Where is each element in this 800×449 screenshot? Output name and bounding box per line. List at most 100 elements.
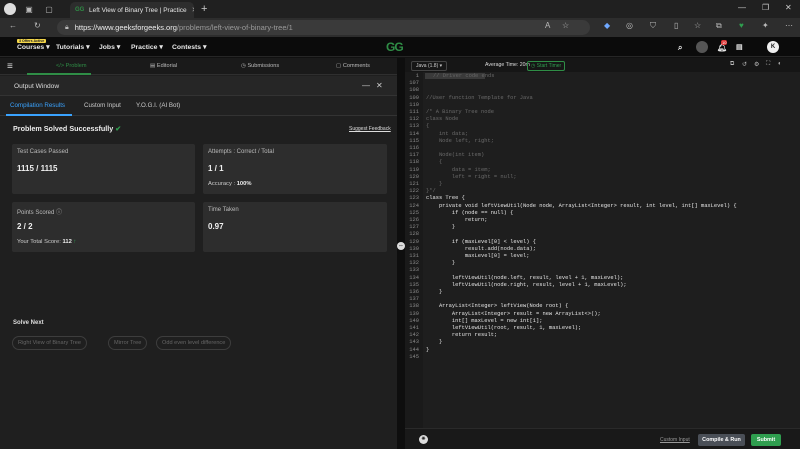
code-line: //User function Template for Java [426,94,533,101]
favorite-star-icon[interactable]: ☆ [562,21,569,30]
arrow-up-icon: ↑ [73,239,77,245]
points-card: Points Scored ⓘ 2 / 2 Your Total Score: … [12,202,195,252]
line-number: 135 [409,281,419,288]
time-value: 0.97 [208,222,224,231]
output-window-header: Output Window — ✕ [0,76,397,96]
messages-icon[interactable]: ▤ [736,43,742,51]
tab-compilation-results[interactable]: Compilation Results [10,102,65,109]
new-tab-icon[interactable]: + [201,3,207,15]
result-status: Problem Solved Successfully ✔ [13,124,122,133]
line-number: 138 [409,303,419,310]
tab-submissions[interactable]: ◷ Submissions [241,63,279,69]
language-select[interactable]: Java (1.8) ▾ [411,61,448,71]
window-close-icon[interactable]: ✕ [785,3,792,12]
tab-editorial[interactable]: ▤ Editorial [150,63,177,69]
maximize-icon[interactable]: ❐ [762,3,769,12]
points-label: Points Scored ⓘ [17,210,63,216]
minimize-icon[interactable]: — [738,3,746,12]
tab-custom-input[interactable]: Custom Input [84,102,121,109]
code-line: return; [426,217,488,223]
split-screen-icon[interactable]: ▯ [674,21,678,30]
tab-comments[interactable]: ▢ Comments [336,63,370,69]
line-number: 1 [415,73,419,79]
nav-jobs[interactable]: Jobs ▾ [99,43,120,51]
back-icon[interactable]: ← [9,21,17,30]
close-panel-icon[interactable]: ✕ [376,81,383,90]
profile-icon[interactable] [4,3,16,15]
code-line: data = item; [426,166,491,173]
code-line: // Driver code ends [433,73,495,79]
code-line: ArrayList<Integer> result = new ArrayLis… [426,310,601,317]
favorites-icon[interactable]: ☆ [694,21,701,30]
start-timer-button[interactable]: ◷ Start Timer [527,61,566,71]
nav-practice[interactable]: Practice ▾ [131,43,163,51]
hamburger-menu-icon[interactable]: ≡ [7,61,13,72]
panel-divider[interactable] [397,58,405,449]
gfg-logo[interactable]: GG [386,40,404,54]
line-number: 137 [409,296,419,303]
collections-icon[interactable]: ⧉ [716,21,722,31]
suggest-feedback-link[interactable]: Suggest Feedback [349,126,391,132]
browser-essentials-icon[interactable]: ♥ [739,21,744,30]
info-icon[interactable]: ⓘ [56,210,62,216]
read-aloud-icon[interactable]: A [545,21,550,30]
code-line: /* A Binary Tree node [426,109,494,115]
settings-icon[interactable]: ⚙ [754,61,759,68]
solve-next-label: Solve Next [13,320,44,326]
nav-courses[interactable]: Courses ▾ [17,43,50,51]
theme-toggle-icon[interactable] [696,41,708,53]
workspaces-icon[interactable]: ▣ [22,2,36,16]
url-host: https://www.geeksforgeeks.org [74,23,177,32]
solve-next-chip[interactable]: Right View of Binary Tree [12,336,88,350]
line-number: 143 [409,339,419,346]
nav-tutorials[interactable]: Tutorials ▾ [56,43,90,51]
editor-actions-bar: ✺ Custom Input Compile & Run Submit [405,428,800,449]
solve-next-chip[interactable]: Odd even level difference [156,336,232,350]
code-editor[interactable]: 1 107 108 109 110 111 112 113 114 115 116 117 118 119… [405,72,800,428]
attempts-value: 1 / 1 [208,164,224,173]
copy-icon[interactable]: ⧉ [730,61,734,68]
url-field[interactable]: 🔒︎ https://www.geeksforgeeks.org/problem… [57,20,590,35]
line-number: 131 [409,253,419,259]
tab-yogi-ai-bot[interactable]: Y.O.G.I. (AI Bot) [136,102,180,109]
more-menu-icon[interactable]: ⋯ [785,21,793,30]
tab-problem[interactable]: </> Problem [56,63,87,69]
copilot-icon[interactable]: ✦ [762,21,769,30]
minimize-panel-icon[interactable]: — [362,81,370,90]
close-tab-icon[interactable]: ✕ [192,6,194,14]
line-number: 111 [409,109,419,115]
nav-contests[interactable]: Contests ▾ [172,43,206,51]
browser-tab-active[interactable]: GG Left View of Binary Tree | Practice ✕ [70,2,194,18]
solve-next-chip[interactable]: Mirror Tree [108,336,148,350]
line-number: 122 [409,188,419,195]
resize-handle-icon[interactable]: ⇔ [397,242,405,250]
refresh-icon[interactable]: ↻ [34,21,41,30]
compile-run-button[interactable]: Compile & Run [698,434,745,446]
line-number: 121 [409,181,419,187]
custom-input-link[interactable]: Custom Input [660,437,690,443]
line-number: 123 [409,195,419,202]
line-number: 110 [409,101,419,108]
browser-tab-bar: ▣ ▢ GG Left View of Binary Tree | Practi… [0,0,800,18]
bulb-icon[interactable]: ✺ [419,435,428,444]
line-number: 145 [409,353,419,360]
extension-circle-icon[interactable]: ◎ [626,21,633,30]
avatar[interactable]: K [767,41,779,53]
time-label: Time Taken [208,207,239,213]
theme-icon[interactable]: ◐ [778,61,782,67]
fullscreen-icon[interactable]: ⛶ [766,61,770,68]
search-icon[interactable]: ⌕ [678,43,682,53]
reset-code-icon[interactable]: ↺ [742,61,747,68]
left-panel: ≡ </> Problem ▤ Editorial ◷ Submissions … [0,58,397,449]
extension-shield-icon[interactable]: ⛉ [650,21,656,31]
submit-button[interactable]: Submit [751,434,781,446]
line-number: 116 [409,145,419,151]
line-number: 114 [409,130,419,137]
line-number: 132 [409,260,419,267]
extension-tag-icon[interactable]: ◆ [604,21,610,30]
line-number: 125 [409,209,419,216]
total-score-value: 112 [62,239,72,245]
site-navbar: 3 Offers Active Courses ▾ Tutorials ▾ Jo… [0,37,800,57]
tab-actions-icon[interactable]: ▢ [42,2,56,16]
line-number: 127 [409,224,419,231]
